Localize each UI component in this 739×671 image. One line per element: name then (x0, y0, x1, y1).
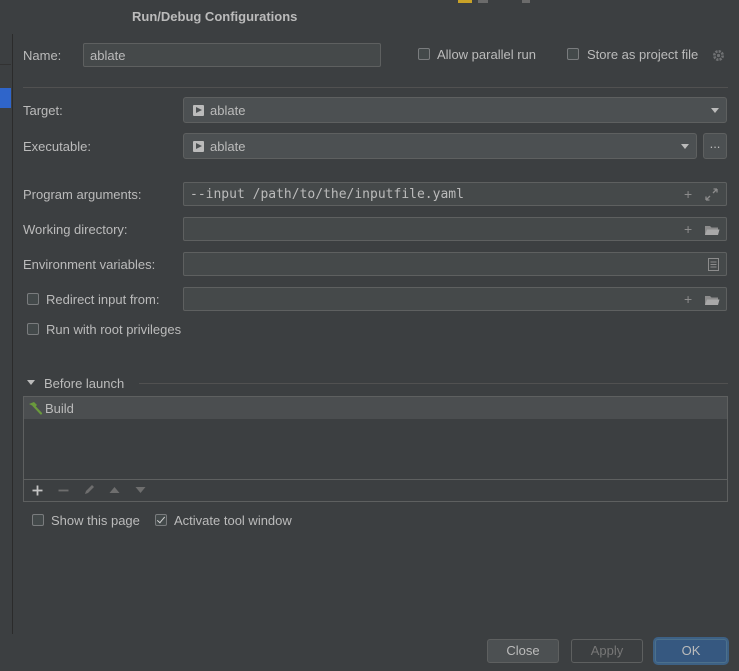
title-bar: Run/Debug Configurations (0, 0, 739, 34)
insert-macro-icon[interactable]: + (684, 292, 692, 306)
edit-variables-icon[interactable] (708, 258, 719, 271)
ok-button[interactable]: OK (655, 639, 727, 663)
before-launch-item-label: Build (45, 401, 74, 416)
target-dropdown[interactable]: ablate (183, 97, 727, 123)
root-privileges-label[interactable]: Run with root privileges (46, 322, 181, 337)
name-value: ablate (90, 48, 126, 63)
store-as-project-file-checkbox[interactable] (567, 48, 579, 60)
environment-variables-input[interactable] (183, 252, 727, 276)
run-config-icon (193, 141, 204, 152)
target-value: ablate (210, 103, 246, 118)
run-config-icon (193, 105, 204, 116)
list-item[interactable]: Build (24, 397, 727, 419)
apply-button[interactable]: Apply (571, 639, 643, 663)
gear-icon[interactable] (711, 48, 726, 63)
target-label: Target: (23, 103, 63, 118)
name-input[interactable]: ablate (83, 43, 381, 67)
move-up-icon[interactable] (109, 486, 120, 494)
executable-label: Executable: (23, 139, 91, 154)
remove-icon[interactable] (58, 485, 69, 496)
working-directory-label: Working directory: (23, 222, 128, 237)
insert-macro-icon[interactable]: + (684, 222, 692, 236)
show-this-page-checkbox[interactable] (32, 514, 44, 526)
edit-icon[interactable] (83, 483, 96, 496)
store-as-project-file-label[interactable]: Store as project file (587, 47, 698, 62)
redirect-input-field[interactable]: + (183, 287, 727, 311)
allow-parallel-run-checkbox[interactable] (418, 48, 430, 60)
folder-icon[interactable] (704, 224, 720, 236)
browse-executable-button[interactable]: ... (703, 133, 727, 159)
collapse-triangle-icon[interactable] (27, 380, 35, 385)
allow-parallel-run-label[interactable]: Allow parallel run (437, 47, 536, 62)
move-down-icon[interactable] (135, 486, 146, 494)
activate-tool-window-checkbox[interactable] (155, 514, 167, 526)
close-button[interactable]: Close (487, 639, 559, 663)
before-launch-toolbar (24, 479, 727, 502)
before-launch-divider (139, 383, 728, 384)
background-window-strip (458, 0, 530, 3)
hammer-icon (29, 402, 43, 415)
executable-value: ablate (210, 139, 246, 154)
program-arguments-value: --input /path/to/the/inputfile.yaml (190, 187, 464, 202)
environment-variables-label: Environment variables: (23, 257, 156, 272)
before-launch-label[interactable]: Before launch (44, 376, 124, 391)
before-launch-list[interactable]: Build (23, 396, 728, 502)
window-title: Run/Debug Configurations (132, 9, 298, 24)
chevron-down-icon (681, 144, 689, 149)
working-directory-input[interactable]: + (183, 217, 727, 241)
program-arguments-label: Program arguments: (23, 187, 142, 202)
section-divider (23, 87, 728, 88)
program-arguments-input[interactable]: --input /path/to/the/inputfile.yaml + (183, 182, 727, 206)
activate-tool-window-label[interactable]: Activate tool window (174, 513, 292, 528)
selected-configuration-item[interactable] (0, 88, 11, 108)
folder-icon[interactable] (704, 294, 720, 306)
name-label: Name: (23, 48, 62, 63)
insert-macro-icon[interactable]: + (684, 187, 692, 201)
config-list-divider (0, 64, 11, 65)
expand-icon[interactable] (705, 188, 718, 201)
show-this-page-label[interactable]: Show this page (51, 513, 140, 528)
root-privileges-checkbox[interactable] (27, 323, 39, 335)
redirect-input-label[interactable]: Redirect input from: (46, 292, 159, 307)
executable-dropdown[interactable]: ablate (183, 133, 697, 159)
redirect-input-checkbox[interactable] (27, 293, 39, 305)
add-icon[interactable] (32, 485, 43, 496)
configuration-list-pane[interactable] (0, 34, 13, 634)
chevron-down-icon (711, 108, 719, 113)
